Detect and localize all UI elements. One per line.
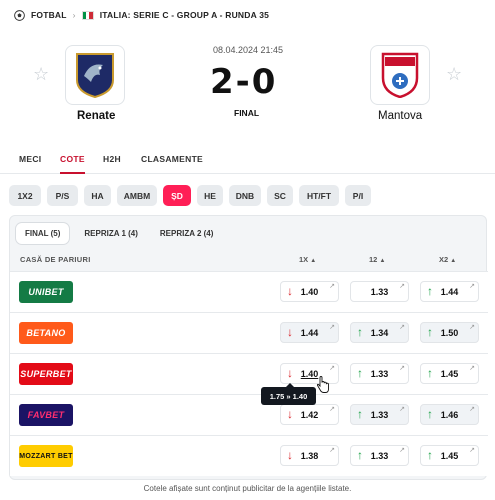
away-team-name[interactable]: Mantova	[378, 110, 422, 122]
market-chip-htft[interactable]: HT/FT	[299, 185, 339, 206]
market-chip-sd[interactable]: ȘD	[163, 185, 191, 206]
renate-crest	[76, 53, 114, 98]
tab-cote[interactable]: COTE	[60, 154, 85, 164]
market-chip-sc[interactable]: SC	[267, 185, 293, 206]
pointer-cursor-icon	[316, 376, 329, 393]
period-tab-repriza-1[interactable]: REPRIZA 1 (4)	[75, 223, 147, 244]
breadcrumb: FOTBAL › ITALIA: SERIE C - GROUP A - RUN…	[14, 8, 269, 22]
bookmaker-logo[interactable]: UNIBET	[19, 281, 73, 303]
odds-row: BETANO ↓ 1.44 ↗ ↑ 1.34 ↗ ↑ 1.50 ↗	[10, 312, 488, 353]
column-header-x2[interactable]: X2 ▲	[439, 255, 456, 264]
odds-cell[interactable]: ↓ 1.38 ↗	[280, 445, 339, 466]
odds-history-tooltip: 1.75 » 1.40	[261, 383, 316, 405]
odds-cell[interactable]: ↑ 1.46 ↗	[420, 404, 479, 425]
sort-arrow-icon: ▲	[310, 258, 317, 264]
home-team-name[interactable]: Renate	[77, 110, 115, 122]
home-team-logo[interactable]	[65, 45, 125, 105]
external-link-icon: ↗	[469, 365, 475, 372]
breadcrumb-league[interactable]: ITALIA: SERIE C - GROUP A - RUNDA 35	[100, 10, 269, 20]
external-link-icon: ↗	[469, 447, 475, 454]
period-tab-repriza-2[interactable]: REPRIZA 2 (4)	[151, 223, 223, 244]
external-link-icon: ↗	[399, 406, 405, 413]
breadcrumb-sport[interactable]: FOTBAL	[31, 10, 67, 20]
external-link-icon: ↗	[399, 283, 405, 290]
external-link-icon: ↗	[399, 447, 405, 454]
odds-cell[interactable]: ↓ 1.44 ↗	[280, 322, 339, 343]
home-favorite-star-icon[interactable]: ☆	[33, 64, 49, 85]
sort-arrow-icon: ▲	[379, 258, 386, 264]
odds-cell[interactable]: ↑ 1.33 ↗	[350, 404, 409, 425]
tab-clasamente[interactable]: CLASAMENTE	[141, 154, 203, 164]
italy-flag-icon	[81, 10, 94, 20]
column-header-1x[interactable]: 1X ▲	[299, 255, 316, 264]
external-link-icon: ↗	[469, 283, 475, 290]
active-tab-indicator	[60, 172, 85, 174]
period-tabs: FINAL (5) REPRIZA 1 (4) REPRIZA 2 (4)	[16, 222, 222, 244]
bookmaker-logo[interactable]: MOZZART BET	[19, 445, 73, 467]
external-link-icon: ↗	[329, 283, 335, 290]
external-link-icon: ↗	[469, 406, 475, 413]
external-link-icon: ↗	[329, 365, 335, 372]
odds-cell[interactable]: ↑ 1.33 ↗	[350, 445, 409, 466]
odds-table-header: CASĂ DE PARIURI 1X ▲ 12 ▲ X2 ▲	[10, 251, 488, 267]
odds-cell[interactable]: ↑ 1.45 ↗	[420, 445, 479, 466]
odds-row: FAVBET ↓ 1.42 ↗ ↑ 1.33 ↗ ↑ 1.46 ↗	[10, 394, 488, 435]
column-header-bookmaker: CASĂ DE PARIURI	[20, 255, 91, 264]
odds-cell[interactable]: ↑ 1.45 ↗	[420, 363, 479, 384]
market-chip-dnb[interactable]: DNB	[229, 185, 261, 206]
soccer-ball-icon	[14, 9, 25, 21]
match-status: FINAL	[234, 108, 260, 118]
tab-meci[interactable]: MECI	[19, 154, 41, 164]
match-tabs: MECI COTE H2H CLASAMENTE	[0, 146, 495, 174]
odds-cell[interactable]: ↓ 1.40 ↗	[280, 281, 339, 302]
odds-row: SUPERBET ↓ 1.40 ↗ ↑ 1.33 ↗ ↑ 1.45 ↗	[10, 353, 488, 394]
odds-cell[interactable]: ↑ 1.50 ↗	[420, 322, 479, 343]
market-chip-he[interactable]: HE	[197, 185, 223, 206]
external-link-icon: ↗	[329, 447, 335, 454]
column-header-12[interactable]: 12 ▲	[369, 255, 385, 264]
market-chip-pi[interactable]: P/I	[345, 185, 371, 206]
market-selector: 1X2 P/S HA AMBM ȘD HE DNB SC HT/FT P/I	[9, 185, 371, 207]
odds-cell[interactable]: ↑ 1.44 ↗	[420, 281, 479, 302]
column-header-12-label: 12	[369, 255, 378, 264]
breadcrumb-separator: ›	[72, 10, 76, 20]
odds-row: UNIBET ↓ 1.40 ↗ 1.33 ↗ ↑ 1.44 ↗	[10, 271, 488, 312]
external-link-icon: ↗	[469, 324, 475, 331]
odds-row: MOZZART BET ↓ 1.38 ↗ ↑ 1.33 ↗ ↑ 1.45 ↗	[10, 435, 488, 476]
external-link-icon: ↗	[399, 365, 405, 372]
odds-table: FINAL (5) REPRIZA 1 (4) REPRIZA 2 (4) CA…	[9, 215, 488, 480]
tab-h2h[interactable]: H2H	[103, 154, 121, 164]
sort-arrow-icon: ▲	[450, 258, 457, 264]
odds-cell[interactable]: ↑ 1.34 ↗	[350, 322, 409, 343]
market-chip-1x2[interactable]: 1X2	[9, 185, 41, 206]
period-tab-final[interactable]: FINAL (5)	[16, 222, 70, 244]
external-link-icon: ↗	[399, 324, 405, 331]
odds-cell[interactable]: ↓ 1.40 ↗	[280, 363, 339, 384]
market-chip-ps[interactable]: P/S	[47, 185, 78, 206]
bookmaker-logo[interactable]: BETANO	[19, 322, 73, 344]
match-header: ☆ Renate 08.04.2024 21:45 2-0 FINAL Mant…	[0, 28, 495, 138]
market-chip-ha[interactable]: HA	[84, 185, 111, 206]
market-chip-ambm[interactable]: AMBM	[117, 185, 157, 206]
odds-cell[interactable]: ↑ 1.33 ↗	[350, 363, 409, 384]
match-score: 2-0	[210, 62, 278, 102]
odds-cell[interactable]: 1.33 ↗	[350, 281, 409, 302]
bookmaker-logo[interactable]: FAVBET	[19, 404, 73, 426]
column-header-x2-label: X2	[439, 255, 449, 264]
external-link-icon: ↗	[329, 406, 335, 413]
column-header-1x-label: 1X	[299, 255, 309, 264]
away-team-logo[interactable]	[370, 45, 430, 105]
mantova-crest	[381, 52, 419, 98]
external-link-icon: ↗	[329, 324, 335, 331]
odds-cell[interactable]: ↓ 1.42 ↗	[280, 404, 339, 425]
bookmaker-logo[interactable]: SUPERBET	[19, 363, 73, 385]
odds-disclaimer: Cotele afișate sunt conținut publicitar …	[143, 484, 352, 493]
match-datetime: 08.04.2024 21:45	[213, 45, 284, 55]
away-favorite-star-icon[interactable]: ☆	[446, 64, 462, 85]
